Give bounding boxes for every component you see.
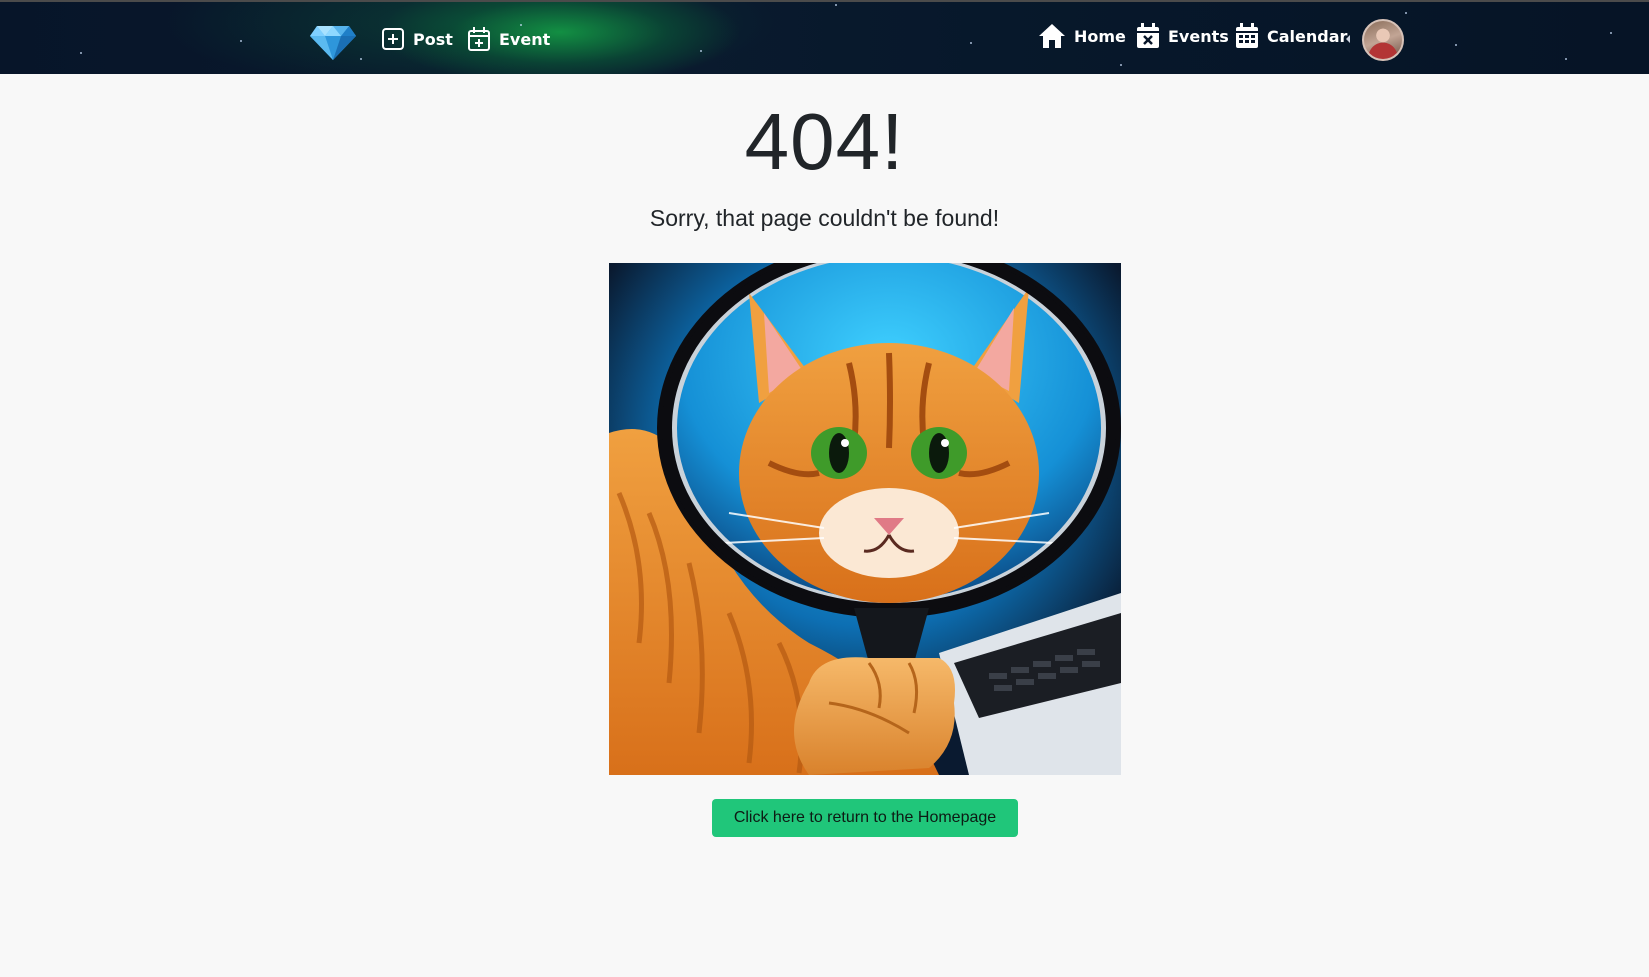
nav-home-label: Home	[1074, 26, 1126, 46]
star-decoration	[240, 40, 242, 42]
star-decoration	[1120, 64, 1122, 66]
nav-home-link[interactable]: Home	[1038, 17, 1126, 55]
star-decoration	[970, 42, 972, 44]
nav-events-label: Events	[1168, 26, 1229, 46]
error-title: 404!	[744, 97, 905, 186]
error-subtitle: Sorry, that page couldn't be found!	[649, 205, 1000, 231]
calendar-grid-icon	[1235, 23, 1259, 49]
star-decoration	[360, 58, 362, 60]
plus-square-icon	[381, 27, 405, 51]
nav-post-label: Post	[413, 29, 453, 49]
star-decoration	[700, 50, 702, 52]
star-decoration	[1565, 58, 1567, 60]
nav-event-label: Event	[499, 29, 551, 49]
calendar-plus-icon	[467, 26, 491, 52]
return-homepage-button[interactable]: Click here to return to the Homepage	[712, 799, 1018, 837]
star-decoration	[1610, 32, 1612, 34]
house-icon	[1038, 23, 1066, 49]
star-decoration	[1455, 44, 1457, 46]
calendar-x-icon	[1136, 23, 1160, 49]
nav-event-button[interactable]: Event	[467, 20, 550, 58]
star-decoration	[80, 52, 82, 54]
star-decoration	[1405, 12, 1407, 14]
brand-logo-diamond-icon[interactable]	[309, 22, 357, 62]
cat-magnifier-image	[609, 263, 1121, 775]
nav-post-button[interactable]: Post	[381, 20, 453, 58]
nav-calendar-link[interactable]: Calendar	[1235, 17, 1347, 55]
nav-calendar-label: Calendar	[1267, 26, 1348, 46]
caret-left-icon	[1346, 35, 1350, 43]
nav-events-link[interactable]: Events	[1136, 17, 1229, 55]
top-navbar: Post Event Home Events Calendar	[0, 0, 1649, 74]
star-decoration	[835, 4, 837, 6]
user-avatar[interactable]	[1362, 19, 1404, 61]
